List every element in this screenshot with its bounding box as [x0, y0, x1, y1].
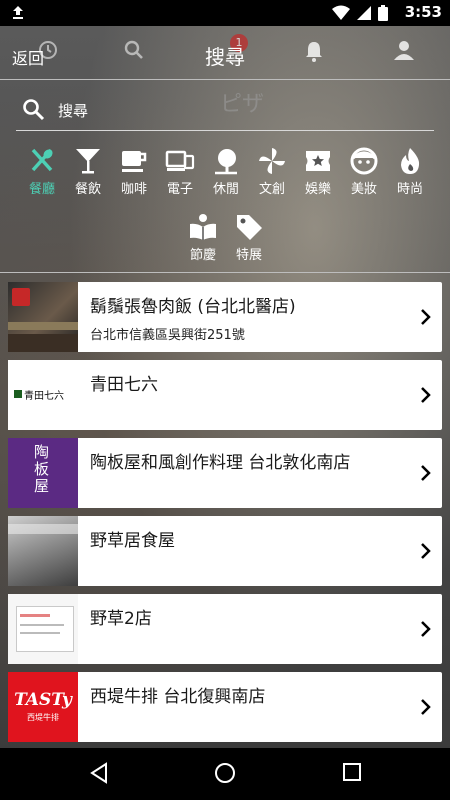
list-item[interactable]: TASTy 西堤牛排 西堤牛排 台北復興南店 [8, 672, 442, 742]
thumbnail-logo: 陶板屋 [8, 438, 78, 508]
system-nav-bar [0, 748, 450, 800]
search-input[interactable] [56, 98, 420, 124]
thumbnail-logo: TASTy 西堤牛排 [8, 672, 78, 742]
back-nav-icon[interactable] [88, 762, 110, 784]
thumbnail-image [8, 516, 78, 586]
category-fashion[interactable]: 時尚 [387, 146, 433, 197]
recents-nav-icon[interactable] [342, 762, 362, 782]
flame-icon [401, 148, 420, 174]
system-icons [332, 5, 388, 21]
thumbnail-image [8, 594, 78, 664]
home-nav-icon[interactable] [214, 762, 236, 784]
leisure-tree-icon [215, 149, 237, 175]
result-name: 鬍鬚張魯肉飯 (台北北醫店) [90, 297, 296, 317]
page-title: 搜尋 [205, 45, 245, 69]
devices-icon [165, 150, 195, 171]
coffee-cup-icon [122, 151, 147, 172]
search-icon [23, 99, 45, 121]
search-bar [16, 92, 434, 131]
category-exhibition[interactable]: 特展 [226, 212, 272, 263]
list-item[interactable]: 陶板屋 陶板屋和風創作料理 台北敦化南店 [8, 438, 442, 508]
chevron-right-icon [421, 543, 431, 559]
list-item[interactable]: 鬍鬚張魯肉飯 (台北北醫店) 台北市信義區吳興街251號 [8, 282, 442, 352]
category-restaurant[interactable]: 餐廳 [19, 146, 65, 197]
pinwheel-icon [259, 148, 285, 174]
fork-spoon-icon [31, 148, 53, 172]
category-festival[interactable]: 節慶 [180, 212, 226, 263]
list-item[interactable]: 野草2店 [8, 594, 442, 664]
chevron-right-icon [421, 465, 431, 481]
wifi-icon [332, 5, 350, 20]
category-leisure[interactable]: 休閒 [203, 146, 249, 197]
result-name: 青田七六 [90, 375, 158, 395]
result-address: 台北市信義區吳興街251號 [90, 328, 245, 343]
category-entertainment[interactable]: 娛樂 [295, 146, 341, 197]
category-divider [0, 272, 450, 273]
result-name: 野草居食屋 [90, 531, 175, 551]
face-icon [350, 147, 378, 175]
signal-icon [357, 6, 371, 20]
list-item[interactable]: 野草居食屋 [8, 516, 442, 586]
thumbnail-image [8, 282, 78, 352]
upload-icon [13, 6, 23, 19]
battery-icon [378, 5, 388, 21]
chevron-right-icon [421, 387, 431, 403]
result-name: 陶板屋和風創作料理 台北敦化南店 [90, 453, 351, 473]
status-time: 3:53 [404, 3, 442, 21]
book-icon [190, 214, 216, 240]
status-bar: 3:53 [0, 0, 450, 26]
result-name: 西堤牛排 台北復興南店 [90, 687, 266, 707]
header-divider [0, 79, 450, 80]
list-item[interactable]: 青田七六 青田七六 [8, 360, 442, 430]
chevron-right-icon [421, 309, 431, 325]
category-coffee[interactable]: 咖啡 [111, 146, 157, 197]
thumbnail-logo: 青田七六 [8, 360, 78, 430]
chevron-right-icon [421, 699, 431, 715]
tag-icon [237, 215, 262, 240]
result-name: 野草2店 [90, 609, 152, 629]
category-creative[interactable]: 文創 [249, 146, 295, 197]
category-beauty[interactable]: 美妝 [341, 146, 387, 197]
chevron-right-icon [421, 621, 431, 637]
cocktail-icon [76, 149, 100, 174]
category-electronics[interactable]: 電子 [157, 146, 203, 197]
ticket-star-icon [306, 151, 330, 171]
category-drinks[interactable]: 餐飲 [65, 146, 111, 197]
